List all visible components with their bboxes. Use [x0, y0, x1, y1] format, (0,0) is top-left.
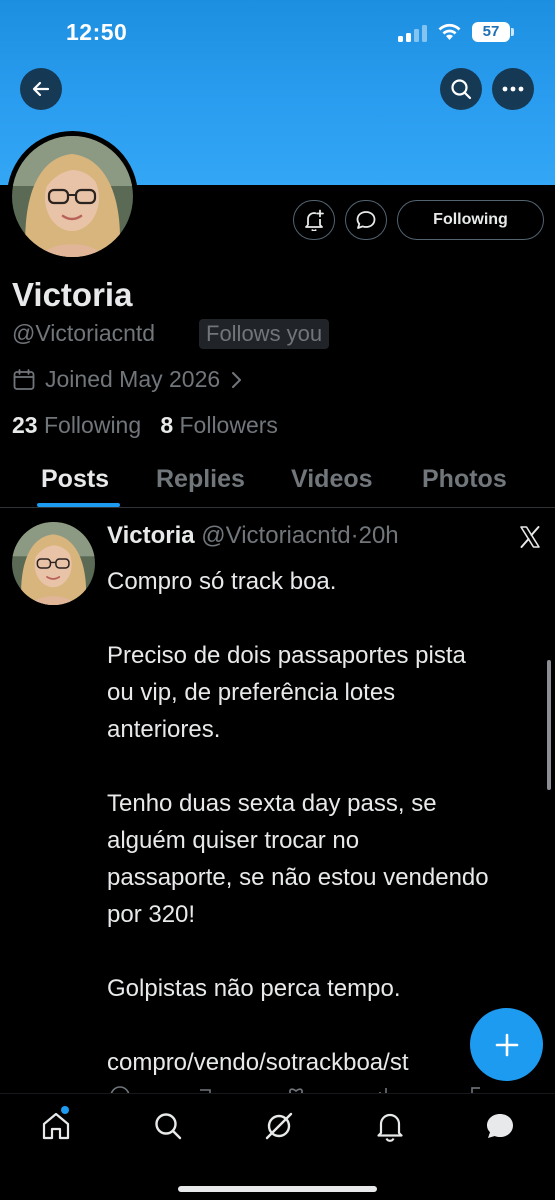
follow-counts: 23 Following 8 Followers	[12, 412, 278, 439]
status-bar: 12:50 57	[0, 0, 555, 62]
profile-name: Victoria	[12, 276, 133, 313]
post-line: ou vip, de preferência lotes	[107, 679, 396, 706]
battery-tip	[511, 28, 514, 36]
search-icon	[451, 79, 472, 100]
arrow-left-icon	[32, 81, 50, 97]
following-button[interactable]: Following	[397, 200, 544, 240]
home-icon[interactable]	[40, 1110, 72, 1142]
notifications-icon[interactable]	[374, 1110, 406, 1142]
profile-tabs: Posts Replies Videos Photos	[0, 455, 555, 508]
search-button[interactable]	[440, 68, 482, 110]
notify-button[interactable]	[293, 200, 335, 240]
message-button[interactable]	[345, 200, 387, 240]
followers-count: 8	[160, 412, 174, 438]
plus-icon	[495, 1033, 518, 1056]
following-count-link[interactable]: 23 Following	[12, 412, 141, 438]
post-line: Preciso de dois passaportes pista	[107, 642, 466, 669]
profile-handle: @Victoriacntd	[12, 320, 156, 346]
post-line-gap	[107, 600, 547, 637]
x-logo-icon	[520, 526, 540, 548]
joined-date[interactable]: Joined May 2026	[12, 366, 243, 393]
bottom-nav	[0, 1093, 555, 1200]
compose-button[interactable]	[470, 1008, 543, 1081]
post-separator: ·	[350, 522, 359, 549]
search-icon[interactable]	[152, 1110, 184, 1142]
scrollbar[interactable]	[547, 660, 551, 790]
following-label: Following	[43, 412, 142, 438]
tab-posts[interactable]: Posts	[41, 465, 109, 494]
more-button[interactable]	[492, 68, 534, 110]
post-author-handle[interactable]: @Victoriacntd	[201, 522, 350, 549]
calendar-icon	[13, 368, 35, 390]
grok-icon[interactable]	[263, 1110, 295, 1142]
post-line: por 320!	[107, 901, 196, 928]
active-tab-indicator	[37, 503, 120, 507]
status-time: 12:50	[66, 19, 128, 45]
home-notification-dot	[61, 1106, 69, 1114]
more-horizontal-icon	[502, 86, 524, 92]
bell-plus-icon	[305, 209, 324, 231]
home-indicator	[178, 1186, 377, 1192]
joined-label: Joined May 2026	[45, 366, 221, 392]
messages-icon[interactable]	[484, 1110, 516, 1142]
post-author-name[interactable]: Victoria	[107, 522, 195, 549]
followers-label: Followers	[179, 412, 278, 438]
signal-icon	[398, 24, 428, 42]
avatar-photo	[12, 136, 133, 257]
back-button[interactable]	[20, 68, 62, 110]
post-text[interactable]: Compro só track boa. Preciso de dois pas…	[107, 563, 547, 1081]
post-line: Golpistas não perca tempo.	[107, 975, 401, 1002]
post-line-gap	[107, 933, 547, 970]
followers-count-link[interactable]: 8 Followers	[160, 412, 278, 438]
post-line: passaporte, se não estou vendendo	[107, 864, 489, 891]
avatar-photo	[12, 522, 95, 605]
tab-replies[interactable]: Replies	[156, 465, 245, 494]
wifi-icon	[438, 23, 461, 40]
post-header: Victoria @Victoriacntd·20h	[107, 522, 399, 550]
post-time[interactable]: 20h	[359, 522, 399, 549]
message-bubble-icon	[356, 211, 376, 229]
post-line: Tenho duas sexta day pass, se	[107, 790, 437, 817]
tab-photos[interactable]: Photos	[422, 465, 507, 494]
profile-avatar[interactable]	[7, 131, 138, 262]
post-line: Compro só track boa.	[107, 568, 337, 595]
post-avatar[interactable]	[12, 522, 95, 605]
post-line: alguém quiser trocar no	[107, 827, 360, 854]
post-line-gap	[107, 748, 547, 785]
post-line: anteriores.	[107, 716, 221, 743]
battery-icon: 57	[472, 22, 510, 42]
chevron-right-icon	[232, 371, 242, 388]
follows-you-badge: Follows you	[199, 319, 330, 349]
following-count: 23	[12, 412, 38, 438]
tab-videos[interactable]: Videos	[291, 465, 373, 494]
